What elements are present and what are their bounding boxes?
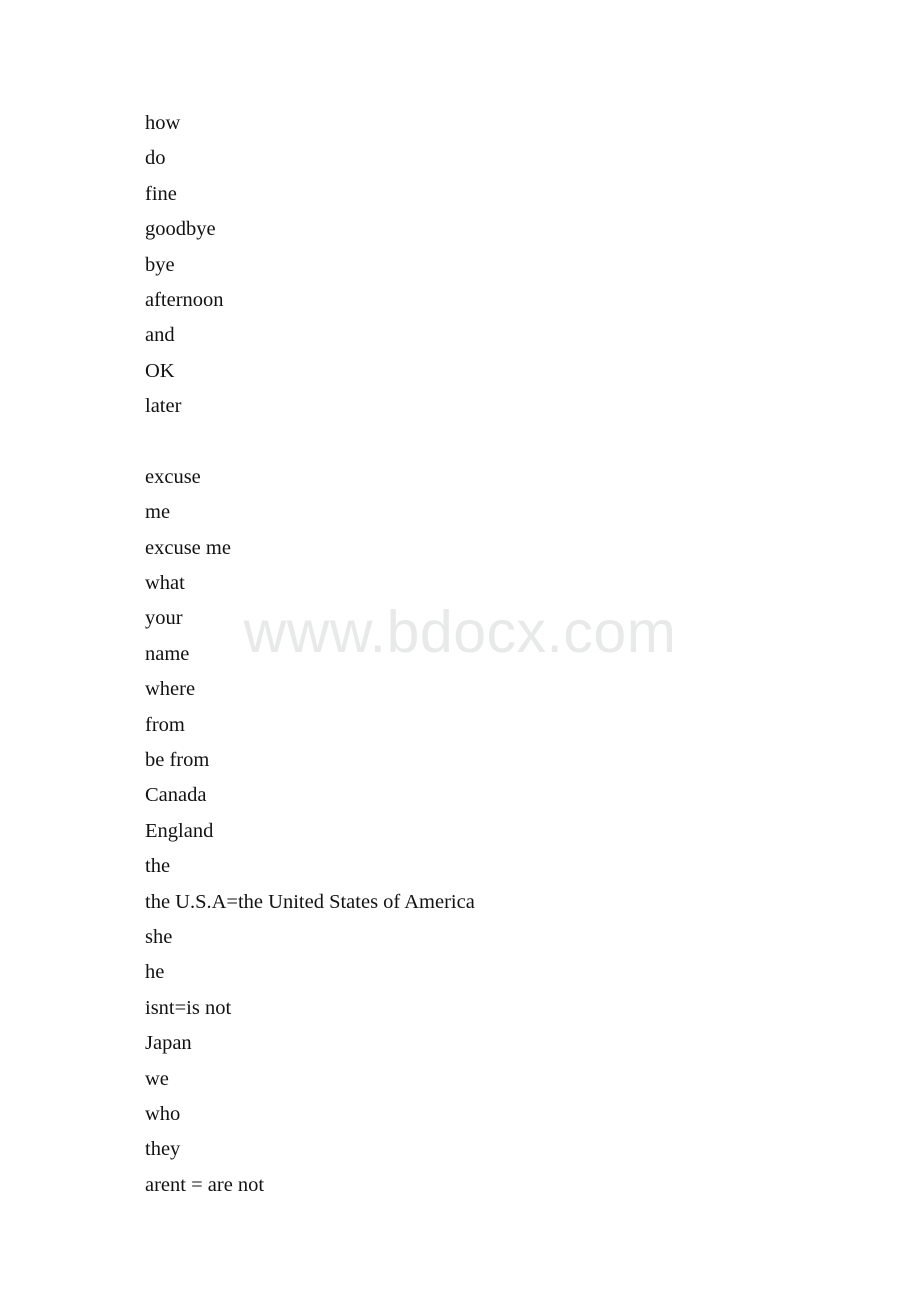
text-line: do bbox=[145, 147, 166, 170]
text-line: and bbox=[145, 324, 175, 347]
text-line: name bbox=[145, 642, 190, 665]
text-line: fine bbox=[145, 182, 177, 205]
text-line: me bbox=[145, 501, 171, 524]
text-line: they bbox=[145, 1138, 181, 1161]
text-line: how bbox=[145, 112, 181, 134]
text-line: where bbox=[145, 678, 196, 701]
text-line: from bbox=[145, 713, 185, 736]
text-line: what bbox=[145, 572, 185, 595]
text-line: goodbye bbox=[145, 218, 216, 241]
document-body: how do fine goodbye bye afternoon and OK later ex… bbox=[145, 106, 845, 1203]
text-line: she bbox=[145, 925, 173, 948]
text-line: later bbox=[145, 395, 182, 418]
text-line: England bbox=[145, 819, 214, 842]
text-line: be from bbox=[145, 749, 210, 772]
text-line: your bbox=[145, 607, 183, 630]
text-line: arent = are not bbox=[145, 1173, 265, 1196]
text-line: afternoon bbox=[145, 288, 224, 311]
document-page: www.bdocx.com how do fine goodbye bye afterno… bbox=[0, 0, 920, 1302]
text-line: we bbox=[145, 1067, 169, 1090]
text-line: isnt=is not bbox=[145, 996, 232, 1019]
text-line: the bbox=[145, 855, 171, 878]
text-line: excuse me bbox=[145, 536, 231, 559]
text-line: bye bbox=[145, 253, 175, 276]
text-line: the U.S.A=the United States of America bbox=[145, 890, 475, 913]
text-line: he bbox=[145, 961, 165, 984]
text-line: Japan bbox=[145, 1032, 192, 1055]
text-line: Canada bbox=[145, 784, 207, 807]
text-line: OK bbox=[145, 359, 175, 382]
text-line: who bbox=[145, 1102, 181, 1125]
text-line: excuse bbox=[145, 465, 201, 488]
